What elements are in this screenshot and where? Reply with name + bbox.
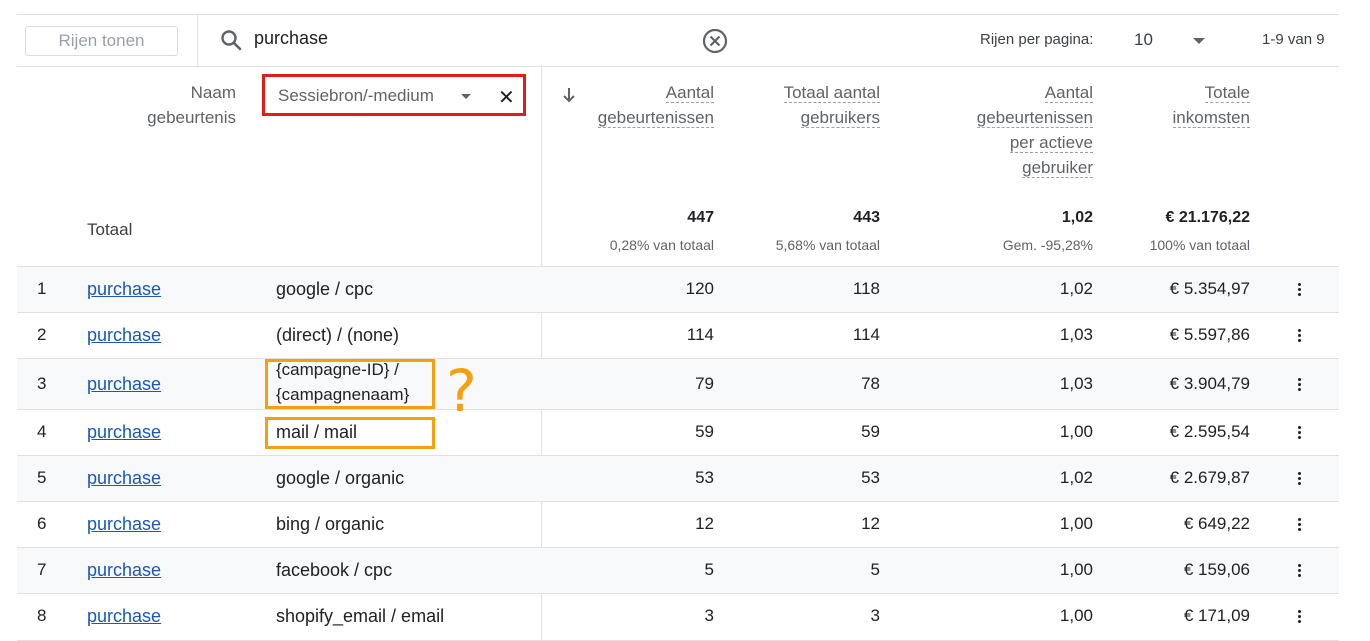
revenue-value: € 3.904,79 (1169, 374, 1250, 393)
events-value: 114 (686, 325, 714, 344)
users-value: 78 (861, 374, 880, 393)
more-options-icon[interactable] (1298, 564, 1302, 579)
more-options-icon[interactable] (1298, 329, 1302, 344)
per-user-value: 1,03 (1059, 325, 1093, 344)
question-mark-annotation: ? (446, 357, 477, 425)
revenue-value: € 171,09 (1183, 606, 1250, 625)
chevron-down-icon[interactable] (1193, 38, 1205, 44)
users-value: 118 (852, 279, 880, 298)
event-name-link[interactable]: purchase (87, 606, 161, 627)
close-icon[interactable]: ✕ (498, 85, 515, 110)
more-options-icon[interactable] (1298, 426, 1302, 441)
revenue-value: € 649,22 (1183, 514, 1250, 533)
revenue-value: € 2.679,87 (1169, 468, 1250, 487)
header-event-count[interactable]: Aantal gebeurtenissen (560, 80, 714, 130)
row-index: 4 (37, 422, 47, 441)
events-value: 79 (695, 374, 714, 393)
row-index: 6 (37, 514, 47, 533)
revenue-value: € 5.597,86 (1169, 325, 1250, 344)
revenue-value: € 5.354,97 (1169, 279, 1250, 298)
header-events-per-user[interactable]: Aantal gebeurtenissen per actieve gebruike… (930, 80, 1093, 180)
more-options-icon[interactable] (1298, 610, 1302, 625)
total-per-user: 1,02 (1061, 209, 1093, 226)
row-index: 1 (37, 279, 47, 298)
events-value: 59 (695, 422, 714, 441)
event-name-link[interactable]: purchase (87, 514, 161, 535)
events-value: 53 (695, 468, 714, 487)
event-name-link[interactable]: purchase (87, 279, 161, 300)
dimension-select-label: Sessiebron/-medium (278, 86, 434, 105)
row-index: 5 (37, 468, 47, 487)
event-name-link[interactable]: purchase (87, 560, 161, 581)
total-events-sub: 0,28% van totaal (609, 237, 714, 253)
revenue-value: € 2.595,54 (1169, 422, 1250, 441)
more-options-icon[interactable] (1298, 518, 1302, 533)
total-revenue-sub: 100% van totaal (1149, 237, 1250, 253)
source-medium: bing / organic (276, 514, 385, 534)
rows-per-page-select[interactable]: 10 (1134, 30, 1153, 50)
users-value: 3 (870, 606, 880, 625)
users-value: 5 (870, 560, 880, 579)
dimension-select[interactable]: Sessiebron/-medium ✕ (262, 74, 526, 116)
row-index: 7 (37, 560, 47, 579)
per-user-value: 1,02 (1059, 279, 1093, 298)
more-options-icon[interactable] (1298, 283, 1302, 298)
row-index: 8 (37, 606, 47, 625)
caret-down-icon[interactable] (461, 94, 471, 99)
event-name-link[interactable]: purchase (87, 325, 161, 346)
revenue-value: € 159,06 (1183, 560, 1250, 579)
clear-search-icon[interactable] (701, 27, 729, 55)
more-options-icon[interactable] (1298, 472, 1302, 487)
event-name-link[interactable]: purchase (87, 422, 161, 443)
total-users: 443 (853, 209, 880, 226)
events-value: 5 (704, 560, 714, 579)
toolbar-divider (197, 15, 198, 66)
per-user-value: 1,00 (1059, 606, 1093, 625)
users-value: 12 (861, 514, 880, 533)
total-users-sub: 5,68% van totaal (775, 237, 880, 253)
source-medium: google / organic (276, 468, 405, 488)
source-medium: shopify_email / email (276, 606, 445, 626)
users-value: 53 (861, 468, 880, 487)
header-event-name[interactable]: Naam gebeurtenis (100, 80, 236, 130)
event-name-link[interactable]: purchase (87, 468, 161, 489)
highlight-box-campaign (265, 359, 435, 409)
row-index: 2 (37, 325, 47, 344)
highlight-box-mail (265, 417, 435, 449)
source-medium: google / cpc (276, 279, 374, 299)
per-user-value: 1,02 (1059, 468, 1093, 487)
total-events: 447 (687, 209, 714, 226)
header-total-users[interactable]: Totaal aantal gebruikers (740, 80, 880, 130)
more-options-icon[interactable] (1298, 378, 1302, 393)
events-value: 3 (704, 606, 714, 625)
source-medium: (direct) / (none) (276, 325, 400, 345)
users-value: 114 (852, 325, 880, 344)
header-total-revenue[interactable]: Totale inkomsten (1120, 80, 1250, 130)
events-value: 120 (685, 279, 714, 298)
event-name-link[interactable]: purchase (87, 374, 161, 395)
total-revenue: € 21.176,22 (1165, 209, 1250, 226)
per-user-value: 1,00 (1059, 514, 1093, 533)
events-value: 12 (695, 514, 714, 533)
per-user-value: 1,00 (1059, 560, 1093, 579)
row-index: 3 (37, 374, 47, 393)
pagination-range: 1-9 van 9 (1262, 31, 1325, 48)
search-input[interactable]: purchase (254, 28, 328, 49)
show-rows-button[interactable]: Rijen tonen (25, 26, 178, 56)
search-icon (221, 30, 242, 51)
table-toolbar: Rijen tonen purchase Rijen per pagina: 1… (17, 14, 1339, 67)
source-medium: facebook / cpc (276, 560, 393, 580)
total-per-user-sub: Gem. -95,28% (1002, 237, 1093, 253)
users-value: 59 (861, 422, 880, 441)
rows-per-page-label: Rijen per pagina: (980, 31, 1094, 48)
per-user-value: 1,03 (1059, 374, 1093, 393)
totals-label: Totaal (87, 220, 133, 239)
per-user-value: 1,00 (1059, 422, 1093, 441)
